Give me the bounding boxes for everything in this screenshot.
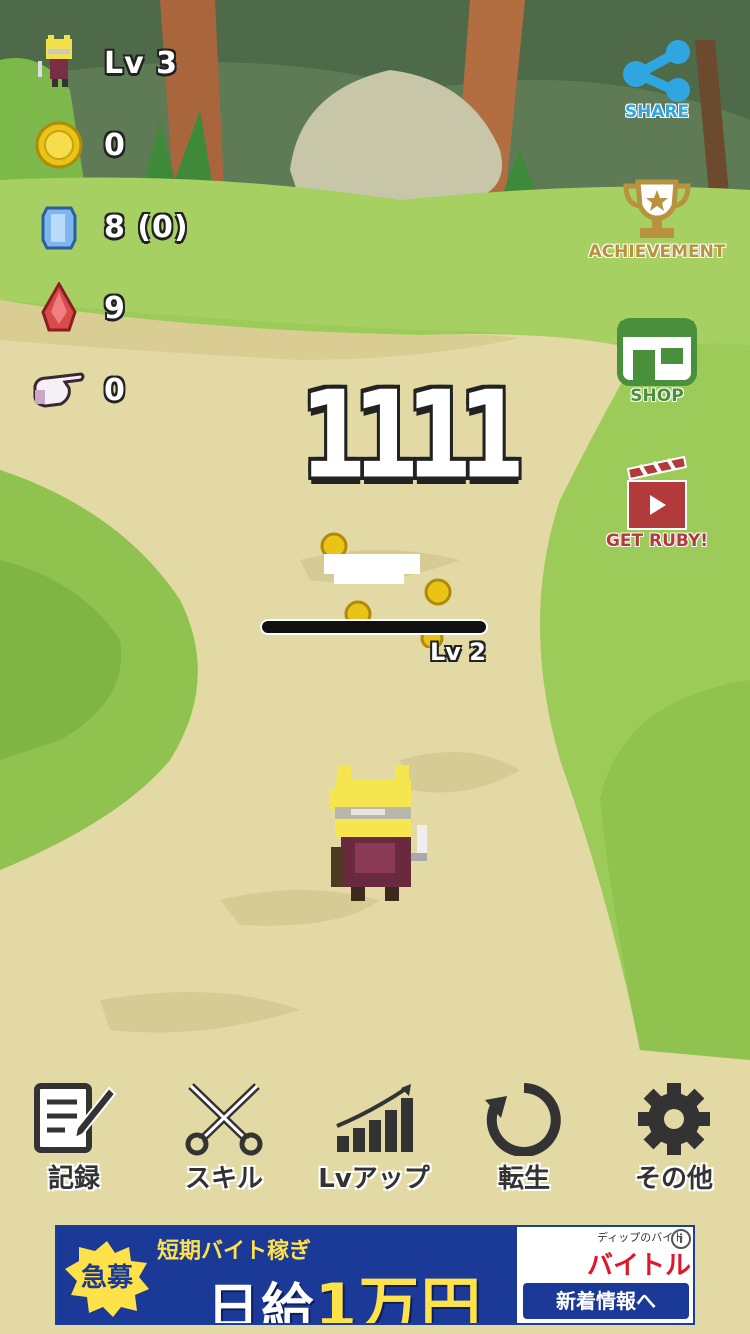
other-label: その他 — [634, 1164, 713, 1194]
ad-banner[interactable]: 急募 短期バイト稼ぎ 日給1万円 ディップのバイト バイトル 新着情報へ i — [55, 1225, 695, 1325]
levelup-button[interactable]: Lvアップ — [314, 1082, 434, 1195]
record-button[interactable]: 記録 — [14, 1082, 134, 1195]
player-level-value: Lv 3 — [104, 45, 178, 81]
damage-number: 1111 — [300, 365, 525, 505]
trophy-icon — [623, 179, 691, 238]
ad-badge-text: 急募 — [80, 1263, 133, 1293]
get-ruby-button[interactable]: GET RUBY! — [582, 455, 732, 551]
notepad-pen-icon — [34, 1083, 117, 1153]
share-label: SHARE — [624, 102, 690, 122]
enemy-hp-bar — [260, 619, 488, 635]
achievement-button[interactable]: ACHIEVEMENT — [582, 178, 732, 262]
player-level-stat: Lv 3 — [30, 33, 178, 93]
bar-growth-icon — [336, 1084, 413, 1152]
skill-button[interactable]: スキル — [164, 1082, 284, 1195]
enemy-level-label: Lv 2 — [430, 638, 486, 666]
gold-coin-icon — [30, 116, 88, 174]
share-button[interactable]: SHARE — [582, 38, 732, 122]
ad-headline: 日給1万円 — [207, 1257, 483, 1325]
ad-headline-pre: 日給 — [207, 1279, 316, 1325]
ad-brand: バイトル — [587, 1251, 692, 1281]
shop-icon — [617, 318, 697, 386]
shop-label: SHOP — [630, 386, 684, 406]
damage-text: 1111 — [300, 365, 525, 505]
ruby-icon — [30, 279, 88, 337]
share-icon — [623, 40, 690, 102]
achievement-label: ACHIEVEMENT — [588, 242, 726, 262]
get-ruby-label: GET RUBY! — [605, 531, 709, 551]
gold-stat: 0 — [30, 115, 126, 175]
ruby-value: 9 — [104, 290, 126, 326]
other-button[interactable]: その他 — [614, 1082, 734, 1195]
rebirth-button[interactable]: 転生 — [464, 1082, 584, 1195]
tap-value: 0 — [104, 372, 126, 408]
levelup-label: Lvアップ — [318, 1164, 430, 1194]
ad-headline-big: 1万円 — [315, 1271, 483, 1325]
record-label: 記録 — [47, 1164, 100, 1194]
gold-value: 0 — [104, 127, 126, 163]
video-clapper-icon — [626, 455, 688, 530]
gem-stat: 8 (0) — [30, 197, 189, 257]
blue-gem-icon — [30, 198, 88, 256]
gem-value: 8 (0) — [104, 209, 189, 245]
crossed-swords-icon — [185, 1083, 263, 1156]
ad-cta-button[interactable]: 新着情報へ — [523, 1283, 689, 1319]
ad-info-icon[interactable]: i — [671, 1229, 691, 1249]
hero-avatar-icon — [30, 34, 88, 92]
gear-icon — [638, 1083, 710, 1155]
skill-label: スキル — [184, 1164, 263, 1194]
tap-stat: 0 — [30, 360, 126, 420]
rebirth-label: 転生 — [497, 1164, 550, 1194]
rebirth-cycle-icon — [485, 1083, 561, 1156]
hero-character — [329, 765, 427, 901]
ruby-stat: 9 — [30, 278, 126, 338]
pointing-hand-icon — [30, 361, 88, 419]
shop-button[interactable]: SHOP — [582, 318, 732, 406]
